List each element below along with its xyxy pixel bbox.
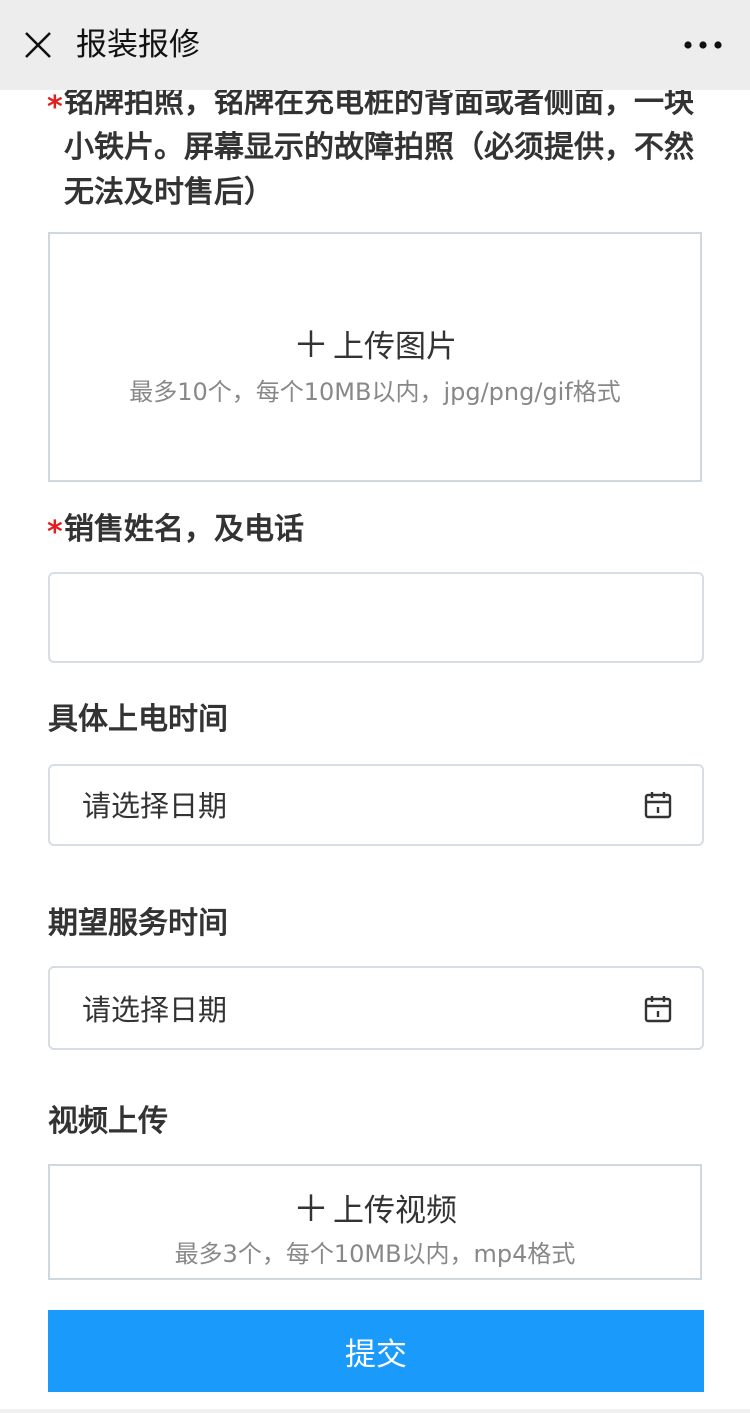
- video-upload-button[interactable]: ＋上传视频: [50, 1180, 700, 1232]
- required-mark: *: [47, 90, 63, 125]
- photo-upload-hint: 最多10个，每个10MB以内，jpg/png/gif格式: [129, 378, 621, 406]
- page-title: 报装报修: [76, 27, 200, 63]
- power-on-time-label: 具体上电时间: [48, 702, 228, 737]
- sales-field-label: 销售姓名，及电话: [64, 512, 304, 547]
- required-mark: *: [47, 515, 63, 550]
- video-upload-area[interactable]: ＋上传视频 最多3个，每个10MB以内，mp4格式: [48, 1164, 702, 1280]
- more-button[interactable]: [678, 28, 728, 62]
- power-on-date-placeholder: 请选择日期: [82, 789, 228, 823]
- photo-upload-button[interactable]: ＋上传图片: [50, 316, 700, 368]
- bottom-divider: [0, 1409, 750, 1413]
- plus-icon: ＋: [292, 325, 329, 366]
- photo-field-label: 铭牌拍照，铭牌在充电桩的背面或者侧面，一块小铁片。屏幕显示的故障拍照（必须提供，…: [64, 85, 694, 210]
- submit-button[interactable]: 提交: [48, 1310, 704, 1392]
- calendar-icon: [644, 792, 672, 819]
- video-upload-hint: 最多3个，每个10MB以内，mp4格式: [174, 1240, 576, 1268]
- more-icon: [684, 41, 722, 49]
- sales-input[interactable]: [48, 572, 704, 663]
- close-button[interactable]: [18, 25, 58, 65]
- video-upload-text: 上传视频: [333, 1193, 457, 1229]
- service-date-picker[interactable]: 请选择日期: [48, 966, 704, 1050]
- form-content: * 铭牌拍照，铭牌在充电桩的背面或者侧面，一块小铁片。屏幕显示的故障拍照（必须提…: [0, 0, 750, 1413]
- power-on-date-picker[interactable]: 请选择日期: [48, 764, 704, 846]
- photo-upload-text: 上传图片: [333, 329, 457, 365]
- top-bar: 报装报修: [0, 0, 750, 90]
- service-time-label: 期望服务时间: [48, 906, 228, 941]
- photo-upload-area[interactable]: ＋上传图片 最多10个，每个10MB以内，jpg/png/gif格式: [48, 232, 702, 482]
- video-upload-label: 视频上传: [48, 1104, 168, 1139]
- calendar-icon: [644, 996, 672, 1023]
- plus-icon: ＋: [292, 1189, 329, 1230]
- service-date-placeholder: 请选择日期: [82, 993, 228, 1027]
- close-icon: [25, 32, 51, 58]
